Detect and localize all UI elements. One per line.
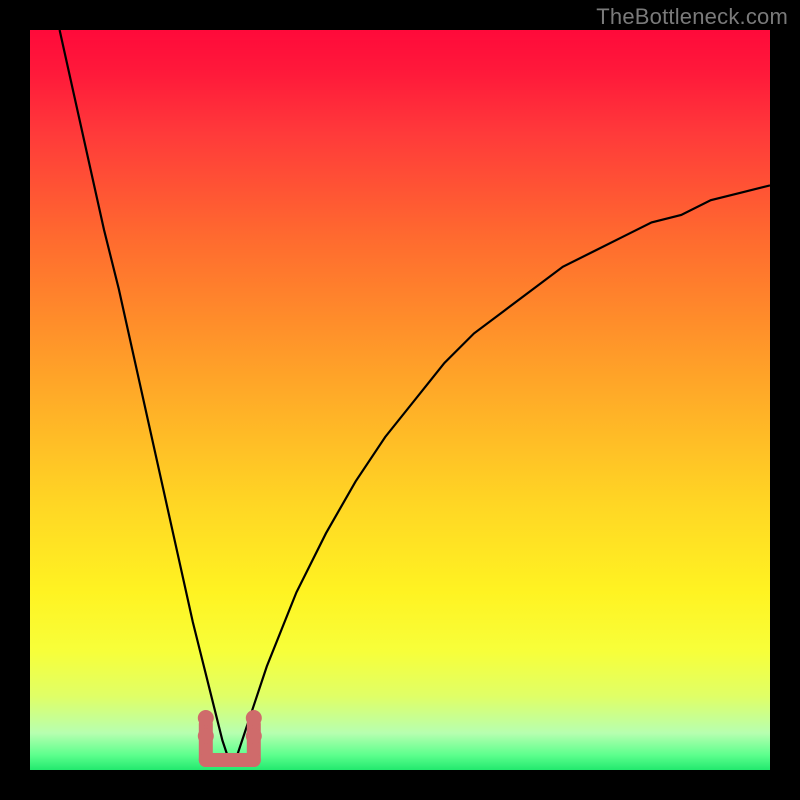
bottleneck-curve-path	[60, 30, 770, 763]
minimum-marker	[198, 710, 262, 760]
plot-area	[30, 30, 770, 770]
watermark-text: TheBottleneck.com	[596, 4, 788, 30]
chart-frame: TheBottleneck.com	[0, 0, 800, 800]
curve-layer	[30, 30, 770, 770]
